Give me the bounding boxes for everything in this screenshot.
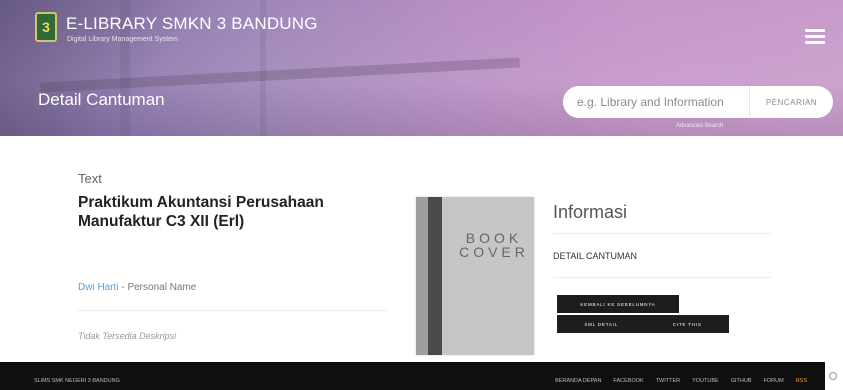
author-role: - Personal Name <box>118 282 197 293</box>
site-subtitle: Digital Library Management System <box>67 36 178 43</box>
hamburger-menu-icon[interactable] <box>805 29 825 44</box>
site-title[interactable]: E-LIBRARY SMKN 3 BANDUNG <box>66 14 318 34</box>
divider <box>78 310 388 311</box>
book-cover-text: BOOK COVER <box>459 230 529 260</box>
page-title: Detail Cantuman <box>38 90 165 109</box>
header-banner: 3 E-LIBRARY SMKN 3 BANDUNG Digital Libra… <box>0 0 843 136</box>
footer-link-rss[interactable]: RSS <box>796 378 807 384</box>
search-bar: PENCARIAN <box>563 86 833 118</box>
book-title: Praktikum Akuntansi Perusahaan Manufaktu… <box>78 194 324 230</box>
author-link[interactable]: Dwi Harti <box>78 282 119 293</box>
back-button[interactable]: KEMBALI KE SEBELUMNYA <box>557 295 679 313</box>
book-spine <box>428 197 442 355</box>
footer-link-github[interactable]: GITHUB <box>731 378 752 384</box>
footer-links: BERANDA DEPAN FACEBOOK TWITTER YOUTUBE G… <box>555 378 807 384</box>
cite-this-button[interactable]: CITE THIS <box>673 322 702 327</box>
info-heading: Informasi <box>553 202 628 222</box>
footer-link-home[interactable]: BERANDA DEPAN <box>555 378 601 384</box>
footer-link-forum[interactable]: FORUM <box>764 378 784 384</box>
detail-label: DETAIL CANTUMAN <box>553 251 638 261</box>
search-button[interactable]: PENCARIAN <box>750 98 833 107</box>
search-icon[interactable] <box>829 372 837 380</box>
footer-copyright: SLiMS SMK NEGERI 3 BANDUNG <box>34 378 120 384</box>
footer: SLiMS SMK NEGERI 3 BANDUNG BERANDA DEPAN… <box>0 362 825 390</box>
divider <box>553 233 771 234</box>
school-logo[interactable]: 3 <box>35 12 57 42</box>
divider <box>553 277 771 278</box>
banner-decoration <box>40 57 520 93</box>
search-input[interactable] <box>563 86 750 118</box>
footer-link-youtube[interactable]: YOUTUBE <box>692 378 719 384</box>
content-type-label: Text <box>78 171 102 186</box>
xml-detail-button[interactable]: XML DETAIL <box>584 322 618 327</box>
logo-text: 3 <box>42 19 50 35</box>
advanced-search-link[interactable]: Advanced Search <box>676 123 723 129</box>
xml-cite-button-group: XML DETAIL CITE THIS <box>557 315 729 333</box>
footer-link-facebook[interactable]: FACEBOOK <box>613 378 643 384</box>
book-cover-image: BOOK COVER <box>416 197 534 355</box>
description-text: Tidak Tersedia Deskripsi <box>78 331 177 341</box>
footer-link-twitter[interactable]: TWITTER <box>656 378 680 384</box>
book-spine-shadow <box>416 197 428 355</box>
author-row: Dwi Harti - Personal Name <box>78 282 196 293</box>
